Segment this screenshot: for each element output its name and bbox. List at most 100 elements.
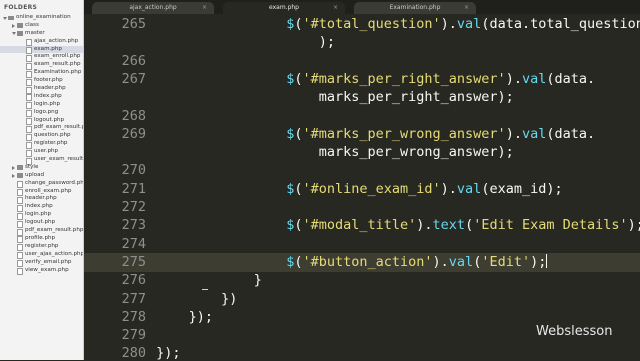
file-icon	[17, 268, 23, 275]
code-line[interactable]: }	[254, 272, 262, 288]
code-line[interactable]: $('#modal_title').text('Edit Exam Detail…	[286, 217, 640, 233]
code-line[interactable]: });	[189, 309, 213, 325]
sidebar-file[interactable]: index.php	[0, 203, 83, 212]
sidebar-file[interactable]: logo.png	[0, 108, 83, 118]
sidebar-title: FOLDERS	[4, 4, 38, 11]
code-line[interactable]: $('#marks_per_right_answer').val(data.	[286, 71, 595, 87]
chevron-right-icon[interactable]	[12, 165, 15, 170]
sidebar-item-label: master	[25, 29, 45, 36]
code-text-token: ).	[440, 180, 457, 197]
sidebar-item-label: enroll_exam.php	[25, 187, 72, 194]
code-line[interactable]: $('#total_question').val(data.total_ques…	[286, 16, 640, 32]
tab-exam-php[interactable]: exam.php ×	[223, 2, 345, 14]
close-icon[interactable]: ×	[202, 2, 207, 14]
sidebar-file[interactable]: logout.php	[0, 117, 83, 126]
sidebar-file[interactable]: user_exam_result.p	[0, 156, 83, 165]
sidebar-file[interactable]: footer.php	[0, 77, 83, 86]
sidebar-folder[interactable]: online_examination	[0, 14, 83, 22]
sidebar-folder[interactable]: master	[0, 30, 83, 38]
line-number: 272	[121, 199, 146, 215]
sidebar-file[interactable]: user.php	[0, 148, 83, 157]
code-text-token: (exam_id);	[481, 180, 563, 197]
code-text-token: marks_per_wrong_answer);	[318, 144, 514, 161]
code-string-token: '#marks_per_wrong_answer'	[302, 125, 506, 142]
folder-icon	[17, 173, 23, 178]
sidebar-file[interactable]: question.php	[0, 132, 83, 141]
sidebar-file[interactable]: register.php	[0, 243, 83, 252]
sidebar-item-label: index.php	[25, 203, 53, 210]
sidebar-file[interactable]: login.php	[0, 211, 83, 220]
folder-icon	[17, 165, 23, 170]
sidebar-file[interactable]: index.php	[0, 93, 83, 102]
sidebar-file[interactable]: login.php	[0, 101, 83, 110]
watermark: Webslesson	[536, 324, 613, 339]
code-line[interactable]: $('#marks_per_wrong_answer').val(data.	[286, 126, 595, 142]
sidebar-folder[interactable]: upload	[0, 172, 83, 180]
chevron-down-icon[interactable]	[3, 16, 7, 20]
file-tree: online_examination class master ajax_action…	[0, 14, 84, 275]
line-number: 273	[121, 217, 146, 234]
sidebar-file[interactable]: enroll_exam.php	[0, 187, 83, 197]
sidebar-item-label: verify_email.php	[25, 258, 72, 265]
tab-ajax-action-php[interactable]: ajax_action.php ×	[92, 2, 214, 14]
code-line[interactable]: marks_per_wrong_answer);	[319, 144, 514, 160]
sidebar-item-label: header.php	[34, 85, 66, 92]
tab-label: ajax_action.php	[129, 4, 177, 11]
code-line[interactable]: $('#button_action').val('Edit');	[286, 253, 548, 270]
code-text-token: (data.	[546, 70, 596, 87]
sidebar-item-label: pdf_exam_result.php	[25, 227, 84, 234]
sidebar-item-label: user.php	[34, 148, 59, 155]
line-number: 266	[121, 52, 146, 69]
sidebar-file[interactable]: header.php	[0, 195, 83, 204]
sidebar-file[interactable]: logout.php	[0, 219, 83, 228]
code-text-token: ).	[440, 16, 457, 32]
sidebar-file[interactable]: exam_result.php	[0, 61, 83, 70]
code-line[interactable]: );	[319, 34, 335, 50]
close-icon[interactable]: ×	[333, 2, 338, 14]
sidebar-file[interactable]: profile.php	[0, 235, 83, 244]
line-number: 279	[121, 327, 146, 344]
sidebar-item-label: exam.php	[34, 45, 62, 52]
chevron-right-icon[interactable]	[12, 23, 15, 28]
chevron-right-icon[interactable]	[12, 173, 15, 178]
code-line[interactable]: marks_per_right_answer);	[319, 89, 514, 105]
sidebar-file[interactable]: exam.php	[0, 45, 83, 55]
line-number: 270	[121, 162, 146, 179]
sidebar-item-label: logo.png	[34, 108, 59, 115]
sidebar-item-label: logout.php	[25, 219, 56, 226]
sidebar-file[interactable]: user_ajax_action.php	[0, 251, 83, 260]
sidebar-item-label: pdf_exam_result.ph	[34, 124, 84, 131]
sidebar-file[interactable]: change_password.ph	[0, 180, 83, 189]
sidebar-file[interactable]: view_exam.php	[0, 267, 83, 275]
sidebar-file[interactable]: pdf_exam_result.ph	[0, 124, 84, 133]
folder-icon	[8, 15, 14, 20]
fold-indicator-icon[interactable]	[201, 288, 208, 290]
code-line[interactable]: });	[156, 345, 180, 361]
sidebar-folder[interactable]: style	[0, 164, 83, 172]
sidebar-file[interactable]: exam_enroll.php	[0, 53, 83, 62]
sidebar-file[interactable]: ajax_action.php	[0, 37, 83, 47]
close-icon[interactable]: ×	[464, 2, 469, 14]
code-function-token: text	[432, 217, 466, 234]
line-number: 267	[121, 70, 146, 87]
code-editor[interactable]: 265 $('#total_question').val(data.total_q…	[84, 14, 640, 361]
code-text-token: );	[318, 34, 335, 51]
code-text-token: ).	[505, 70, 522, 87]
code-function-token: val	[521, 125, 547, 142]
sidebar-file[interactable]: header.php	[0, 85, 83, 94]
sidebar-file[interactable]: pdf_exam_result.php	[0, 227, 84, 236]
sidebar-file[interactable]: Examination.php	[0, 69, 83, 78]
sidebar-item-label: login.php	[25, 211, 52, 218]
tab-bar: ajax_action.php × exam.php × Examination.php…	[84, 0, 640, 14]
chevron-down-icon[interactable]	[12, 32, 16, 36]
code-line[interactable]: $('#online_exam_id').val(exam_id);	[286, 181, 562, 197]
sidebar-file[interactable]: verify_email.php	[0, 258, 83, 268]
code-string-token: '#total_question'	[302, 16, 441, 32]
code-text-token: ).	[432, 253, 449, 270]
code-line[interactable]: })	[221, 291, 237, 307]
tab-examination-php[interactable]: Examination.php ×	[354, 2, 476, 14]
sidebar-file[interactable]: register.php	[0, 140, 83, 149]
line-number: 274	[121, 235, 146, 252]
sidebar-folder[interactable]: class	[0, 22, 83, 30]
sidebar-item-label: ajax_action.php	[34, 37, 79, 44]
